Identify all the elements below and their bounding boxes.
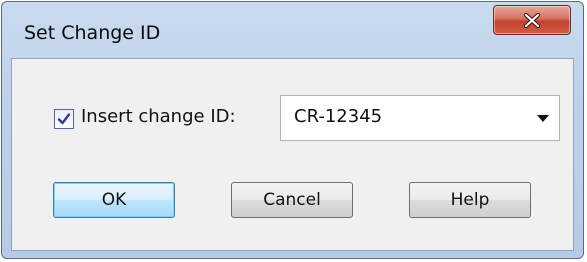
cancel-button[interactable]: Cancel: [231, 182, 353, 218]
close-button[interactable]: [493, 5, 571, 35]
close-x-icon: [523, 13, 541, 28]
checkmark-icon: [57, 113, 71, 125]
dialog-title: Set Change ID: [24, 22, 161, 44]
ok-button[interactable]: OK: [53, 182, 175, 218]
change-id-value: CR-12345: [294, 106, 383, 127]
title-bar[interactable]: Set Change ID: [2, 2, 583, 58]
insert-change-id-label[interactable]: Insert change ID:: [81, 106, 236, 127]
change-id-combobox[interactable]: CR-12345: [280, 95, 560, 141]
dialog-content: Insert change ID: CR-12345 OK Cancel Hel…: [11, 58, 574, 251]
chevron-down-icon[interactable]: [537, 115, 549, 122]
set-change-id-dialog: Set Change ID Insert change ID: CR-12345…: [1, 1, 584, 259]
help-button[interactable]: Help: [409, 182, 531, 218]
insert-change-id-checkbox[interactable]: [54, 109, 74, 129]
